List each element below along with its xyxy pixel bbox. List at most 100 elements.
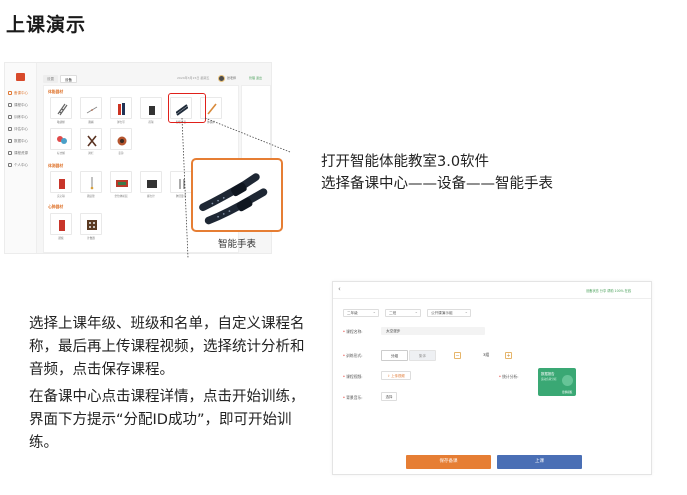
clipboard-icon <box>8 126 12 131</box>
plus-icon[interactable]: + <box>505 352 512 359</box>
back-icon[interactable]: ‹ <box>338 285 341 293</box>
sidebar: 备课中心 课程中心 训练中心 评估中心 数据中心 课程资源 个人中心 <box>5 63 37 253</box>
save-lesson-button[interactable]: 保存备课 <box>406 455 491 469</box>
equipment-label: 壶铃 <box>118 152 124 155</box>
video-label: * 课程视频: <box>343 374 363 379</box>
selection-highlight <box>168 93 206 123</box>
equipment-item[interactable] <box>50 97 72 119</box>
header-date: 2024年3月15日 星期五 <box>177 76 210 80</box>
equipment-label: 肺活量计 <box>175 195 187 198</box>
equipment-label: 实心球 <box>57 195 65 198</box>
sit-reach-icon <box>116 180 128 187</box>
equipment-label: 坐位体前屈 <box>114 195 128 198</box>
equipment-label: 计数器 <box>87 237 95 240</box>
grip-meter-icon <box>147 180 157 188</box>
minus-icon[interactable]: − <box>454 352 461 359</box>
sidebar-item-resources[interactable]: 课程资源 <box>8 149 36 158</box>
equipment-label: 跨栏 <box>88 152 94 155</box>
step-icon <box>59 220 65 231</box>
step2-text: 在备课中心点击课程详情，点击开始训练， <box>29 389 305 405</box>
training-form-label: * 训练形式: <box>343 353 363 358</box>
music-select-button[interactable]: 选择 <box>381 392 397 401</box>
folder-icon <box>8 150 12 155</box>
step2-text: 选择上课年级、班级和名单，自定义课程名 <box>29 316 305 332</box>
sidebar-item-prep[interactable]: 备课中心 <box>8 89 36 98</box>
equipment-item[interactable] <box>110 171 132 193</box>
equipment-item[interactable] <box>50 128 72 150</box>
tab-settings[interactable]: 设置 <box>43 75 58 83</box>
stats-card[interactable]: 数据报告 运动负荷分析 更换模板 <box>538 368 576 396</box>
gym-stick-icon <box>207 103 217 115</box>
equipment-label: 握力计 <box>147 195 155 198</box>
stats-label: * 统计分析: <box>499 374 519 379</box>
equipment-label: 敏捷梯 <box>57 121 65 124</box>
callout-label: 智能手表 <box>217 239 256 250</box>
roster-select[interactable]: 公开课演示组 <box>427 308 471 317</box>
course-name-label: * 课程名称: <box>343 329 363 334</box>
book-icon <box>8 102 12 107</box>
change-template-link[interactable]: 更换模板 <box>562 390 572 394</box>
equipment-label: 标志桶 <box>57 152 65 155</box>
run-icon <box>8 114 12 119</box>
ball-icon <box>59 179 65 189</box>
step1-text: 选择备课中心——设备——智能手表 <box>321 176 553 192</box>
upload-icon: ⇪ <box>387 374 391 378</box>
sidebar-item-training[interactable]: 训练中心 <box>8 113 36 122</box>
equipment-label: 跳绳 <box>88 121 94 124</box>
page-title: 上课演示 <box>6 14 87 36</box>
username: 张老师 <box>227 76 237 80</box>
equipment-item[interactable] <box>80 97 102 119</box>
equipment-label: 踏板 <box>58 237 64 240</box>
equipment-item[interactable] <box>170 171 192 193</box>
kettlebell-icon <box>117 136 127 146</box>
equipment-item[interactable] <box>140 171 162 193</box>
equipment-label: 弹力带 <box>117 121 125 124</box>
divider <box>333 298 651 299</box>
class-select[interactable]: 二班 <box>385 308 421 317</box>
medicine-ball-icon <box>149 106 155 115</box>
sidebar-item-assess[interactable]: 评估中心 <box>8 125 36 134</box>
equipment-item[interactable] <box>80 128 102 150</box>
smartwatch-zoom <box>191 158 283 232</box>
sidebar-item-courses[interactable]: 课程中心 <box>8 101 36 110</box>
course-name-input[interactable]: 太空漫步 <box>381 327 485 335</box>
start-class-button[interactable]: 上课 <box>497 455 582 469</box>
spirometer-icon <box>179 179 185 189</box>
section-title: 体测器材 <box>48 163 64 168</box>
smartwatch-icon <box>199 173 268 225</box>
sidebar-item-profile[interactable]: 个人中心 <box>8 161 36 170</box>
agility-ladder-icon <box>57 103 68 116</box>
equipment-item[interactable] <box>50 171 72 193</box>
upload-video-button[interactable]: ⇪ 上传视频 <box>381 371 411 380</box>
equipment-item[interactable] <box>110 128 132 150</box>
equipment-item[interactable] <box>140 97 162 119</box>
step1-text: 打开智能体能教室3.0软件 <box>321 154 490 170</box>
grade-select[interactable]: 二年级 <box>343 308 379 317</box>
equipment-item[interactable] <box>110 97 132 119</box>
tab-equipment[interactable]: 设备 <box>60 75 77 83</box>
resistance-band-icon <box>118 103 125 115</box>
stats-card-title: 数据报告 <box>541 372 555 376</box>
avatar[interactable] <box>218 75 225 82</box>
header-status[interactable]: 设备状态 分享 帮助 100% 在线 <box>586 288 631 293</box>
section-title: 体能器材 <box>48 89 64 94</box>
sidebar-item-data[interactable]: 数据中心 <box>8 137 36 146</box>
counter-icon <box>87 220 97 230</box>
header-actions[interactable]: 管理 退出 <box>249 76 262 80</box>
home-icon <box>8 90 12 95</box>
app-logo <box>16 73 25 81</box>
toggle-group[interactable]: 分组 <box>381 350 408 361</box>
equipment-item[interactable] <box>50 213 72 235</box>
group-count: 3组 <box>483 352 490 357</box>
step2-text: 界面下方提示“分配ID成功”，即可开始训 <box>29 412 292 428</box>
equipment-label: 跳远垫 <box>87 195 95 198</box>
tab-bar: 设置 设备 <box>43 75 77 83</box>
equipment-label: 药球 <box>148 121 154 124</box>
equipment-item[interactable] <box>80 171 102 193</box>
toggle-collective[interactable]: 集体 <box>409 350 436 361</box>
equipment-item[interactable] <box>80 213 102 235</box>
cone-icon <box>57 136 67 144</box>
music-label: * 背景音乐: <box>343 395 363 400</box>
chart-icon <box>8 138 12 143</box>
card-decoration <box>562 375 573 386</box>
